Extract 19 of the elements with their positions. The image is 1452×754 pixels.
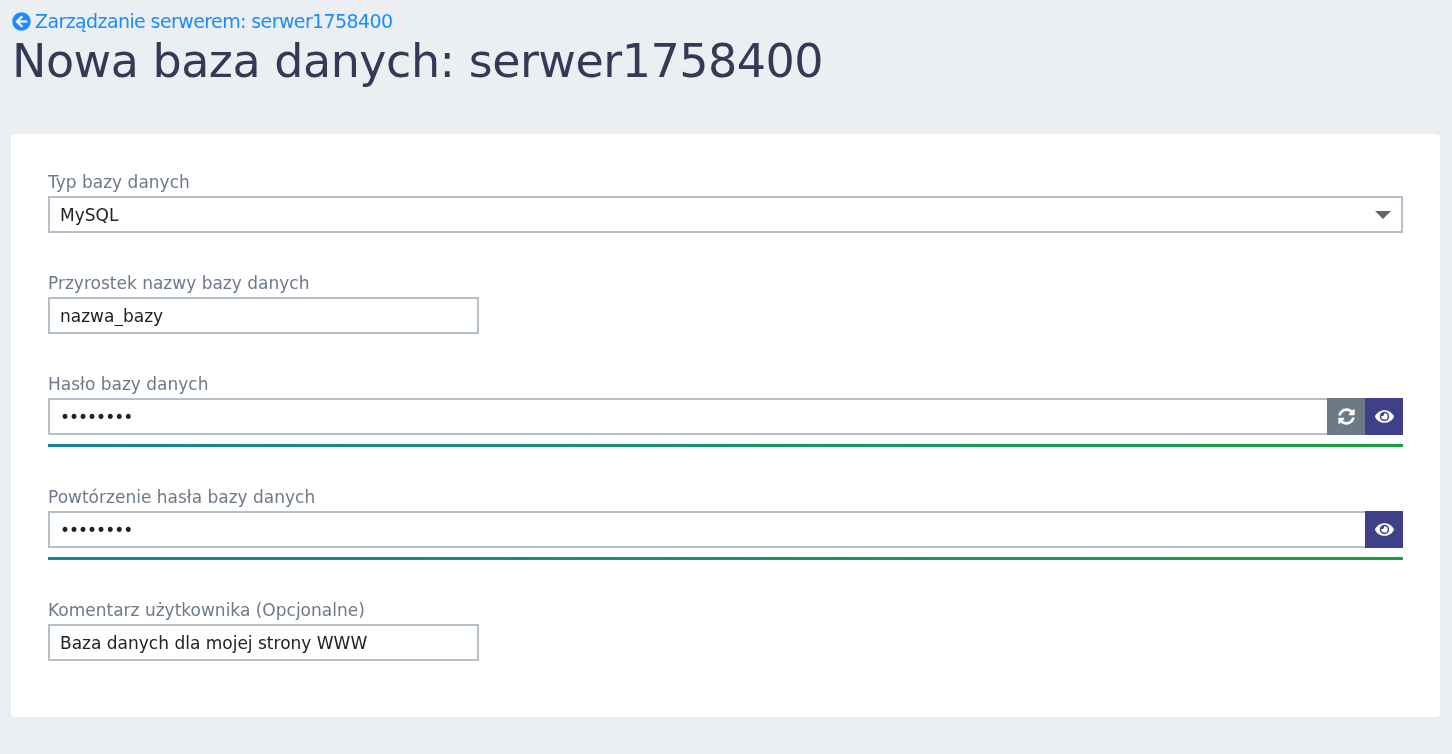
show-password-button[interactable] <box>1365 398 1403 435</box>
select-field[interactable]: MySQL <box>48 196 1403 233</box>
field-label: Typ bazy danych <box>48 172 191 192</box>
eye-icon <box>1374 520 1394 539</box>
eye-icon <box>1374 407 1394 426</box>
field-label: Powtórzenie hasła bazy danych <box>48 487 317 507</box>
field-label: Hasło bazy danych <box>48 374 210 394</box>
field-label: Komentarz użytkownika (Opcjonalne) <box>48 600 366 620</box>
caret-icon <box>1375 210 1391 219</box>
password-field[interactable]: •••••••• <box>48 398 1327 435</box>
password-field[interactable]: •••••••• <box>48 511 1365 548</box>
refresh-button[interactable] <box>1327 398 1365 435</box>
back-arrow-icon <box>12 11 31 31</box>
input-field[interactable]: Baza danych dla mojej strony WWW <box>48 624 479 661</box>
show-password-button[interactable] <box>1365 511 1403 548</box>
refresh-icon <box>1337 408 1355 425</box>
input-field[interactable]: nazwa_bazy <box>48 297 479 334</box>
field-label: Przyrostek nazwy bazy danych <box>48 273 311 293</box>
page-title: Nowa baza danych: serwer1758400 <box>12 34 825 88</box>
